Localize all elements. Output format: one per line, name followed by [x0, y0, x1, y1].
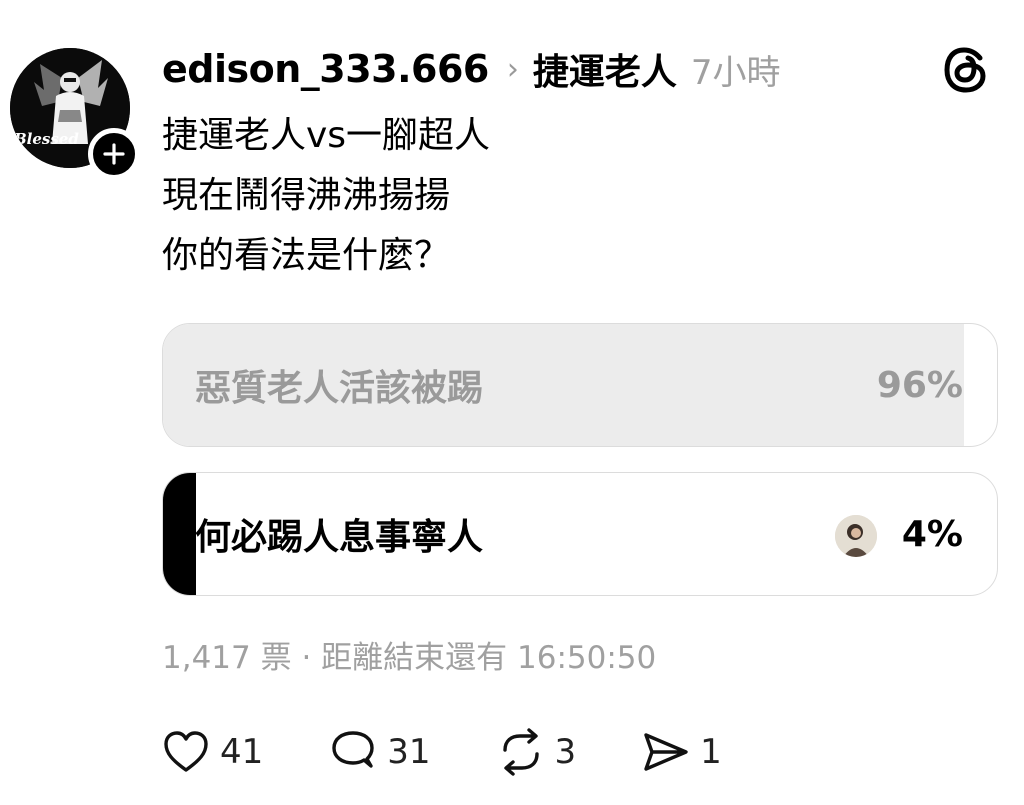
- share-button[interactable]: 1: [640, 726, 722, 778]
- share-count: 1: [700, 732, 722, 772]
- action-bar: 41 31 3 1: [160, 720, 786, 784]
- repost-icon: [502, 728, 539, 776]
- comment-button[interactable]: 31: [327, 726, 431, 778]
- post-line: 你的看法是什麼？: [162, 235, 451, 276]
- poll-option-2[interactable]: 何必踢人息事寧人 4%: [162, 472, 998, 596]
- voter-avatar: [835, 515, 877, 557]
- poll-option-1[interactable]: 惡質老人活該被踢 96%: [162, 323, 998, 447]
- chevron-right-icon: ›: [506, 51, 519, 87]
- post-header: edison_333.666 › 捷運老人 7小時: [162, 44, 781, 94]
- poll-option-2-percent: 4%: [901, 513, 963, 555]
- poll-option-1-label: 惡質老人活該被踢: [195, 368, 484, 409]
- comment-bubble-icon: [332, 731, 374, 768]
- repost-button[interactable]: 3: [495, 726, 577, 778]
- heart-icon: [164, 731, 208, 772]
- post-line: 捷運老人vs一腳超人: [162, 115, 491, 156]
- plus-icon: [103, 143, 125, 165]
- poll-option-1-percent: 96%: [876, 364, 963, 406]
- like-button[interactable]: 41: [160, 726, 263, 778]
- topic-tag[interactable]: 捷運老人: [533, 43, 677, 95]
- threads-logo-icon[interactable]: [940, 44, 992, 96]
- poll-option-2-label: 何必踢人息事寧人: [195, 517, 484, 558]
- send-icon: [644, 733, 688, 771]
- follow-button[interactable]: [88, 128, 140, 180]
- comment-count: 31: [387, 732, 431, 772]
- repost-count: 3: [554, 732, 577, 772]
- avatar-logo-text: Blessed: [13, 130, 79, 148]
- post-line: 現在鬧得沸沸揚揚: [162, 175, 451, 216]
- username[interactable]: edison_333.666: [162, 47, 489, 91]
- post-timestamp: 7小時: [690, 52, 781, 93]
- poll-option-2-fill: [163, 473, 197, 595]
- poll-meta: 1,417 票 · 距離結束還有 16:50:50: [162, 640, 657, 676]
- post-text: 捷運老人vs一腳超人 現在鬧得沸沸揚揚 你的看法是什麼？: [162, 106, 982, 286]
- like-count: 41: [220, 732, 264, 772]
- voter-avatar-image: [835, 515, 877, 557]
